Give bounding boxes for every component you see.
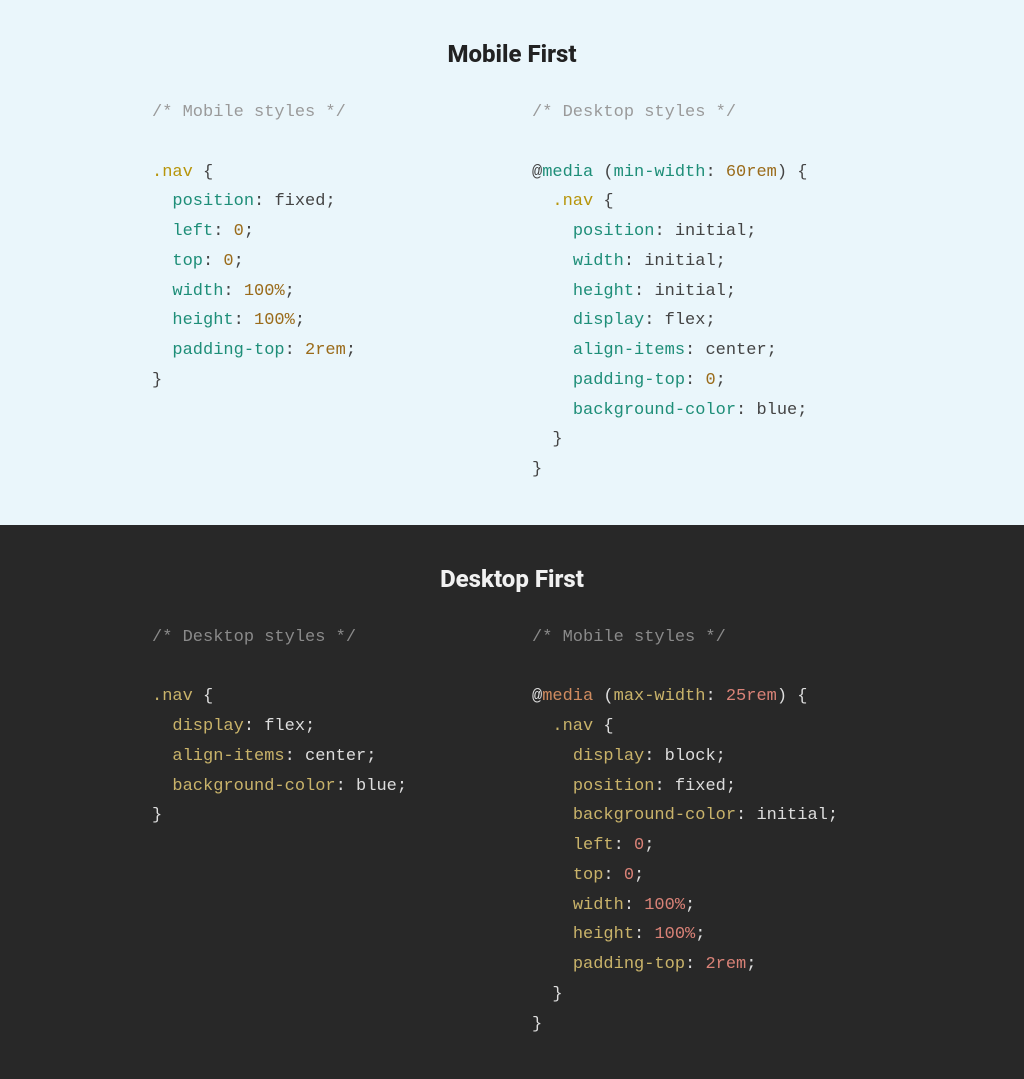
code-column: /* Mobile styles */ .nav { position: fix… bbox=[152, 98, 492, 485]
code-block: /* Desktop styles */ .nav { display: fle… bbox=[152, 623, 492, 831]
code-block: /* Mobile styles */ @media (max-width: 2… bbox=[532, 623, 872, 1040]
code-block: /* Mobile styles */ .nav { position: fix… bbox=[152, 98, 492, 396]
code-columns: /* Mobile styles */ .nav { position: fix… bbox=[0, 98, 1024, 485]
code-columns: /* Desktop styles */ .nav { display: fle… bbox=[0, 623, 1024, 1040]
section-title: Mobile First bbox=[0, 40, 1024, 68]
section-title: Desktop First bbox=[0, 565, 1024, 593]
code-column: /* Mobile styles */ @media (max-width: 2… bbox=[532, 623, 872, 1040]
code-column: /* Desktop styles */ .nav { display: fle… bbox=[152, 623, 492, 1040]
code-column: /* Desktop styles */ @media (min-width: … bbox=[532, 98, 872, 485]
code-block: /* Desktop styles */ @media (min-width: … bbox=[532, 98, 872, 485]
section-mobile-first: Mobile First /* Mobile styles */ .nav { p… bbox=[0, 0, 1024, 525]
section-desktop-first: Desktop First /* Desktop styles */ .nav {… bbox=[0, 525, 1024, 1079]
